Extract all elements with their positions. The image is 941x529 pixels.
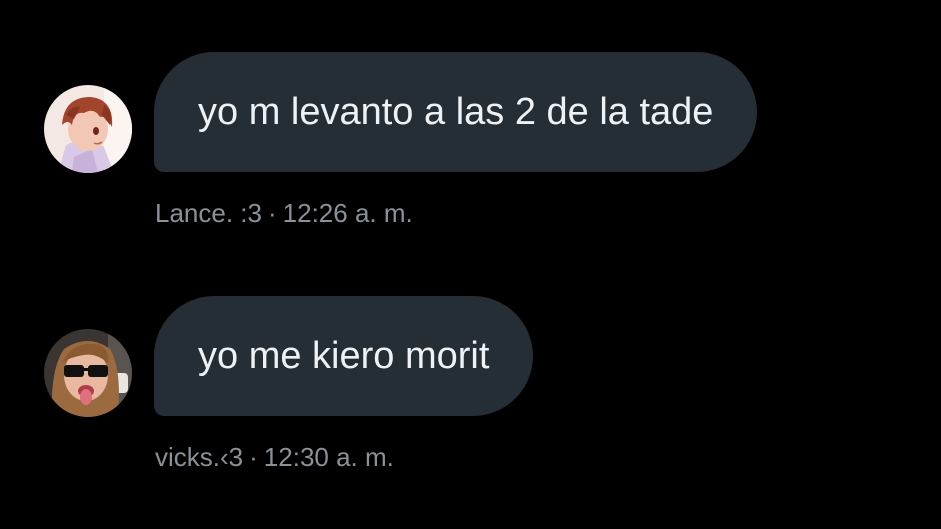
- timestamp: 12:26 a. m.: [282, 198, 413, 228]
- sunglasses-selfie-avatar-icon: [44, 329, 132, 417]
- timestamp: 12:30 a. m.: [263, 442, 394, 472]
- avatar-lance[interactable]: [44, 85, 132, 173]
- sender-name[interactable]: Lance. :3: [155, 198, 262, 228]
- message-bubble[interactable]: yo me kiero morit: [154, 296, 534, 416]
- avatar-vicks[interactable]: [44, 329, 132, 417]
- meta-separator: ·: [267, 198, 277, 228]
- sender-name[interactable]: vicks.‹3: [155, 442, 243, 472]
- message-meta: vicks.‹3 · 12:30 a. m.: [155, 442, 394, 473]
- message-text: yo m levanto a las 2 de la tade: [198, 91, 714, 133]
- anime-boy-avatar-icon: [44, 85, 132, 173]
- message-meta: Lance. :3 · 12:26 a. m.: [155, 198, 413, 229]
- meta-separator: ·: [249, 442, 258, 472]
- message-text: yo me kiero morit: [198, 335, 490, 377]
- message-bubble[interactable]: yo m levanto a las 2 de la tade: [154, 52, 758, 172]
